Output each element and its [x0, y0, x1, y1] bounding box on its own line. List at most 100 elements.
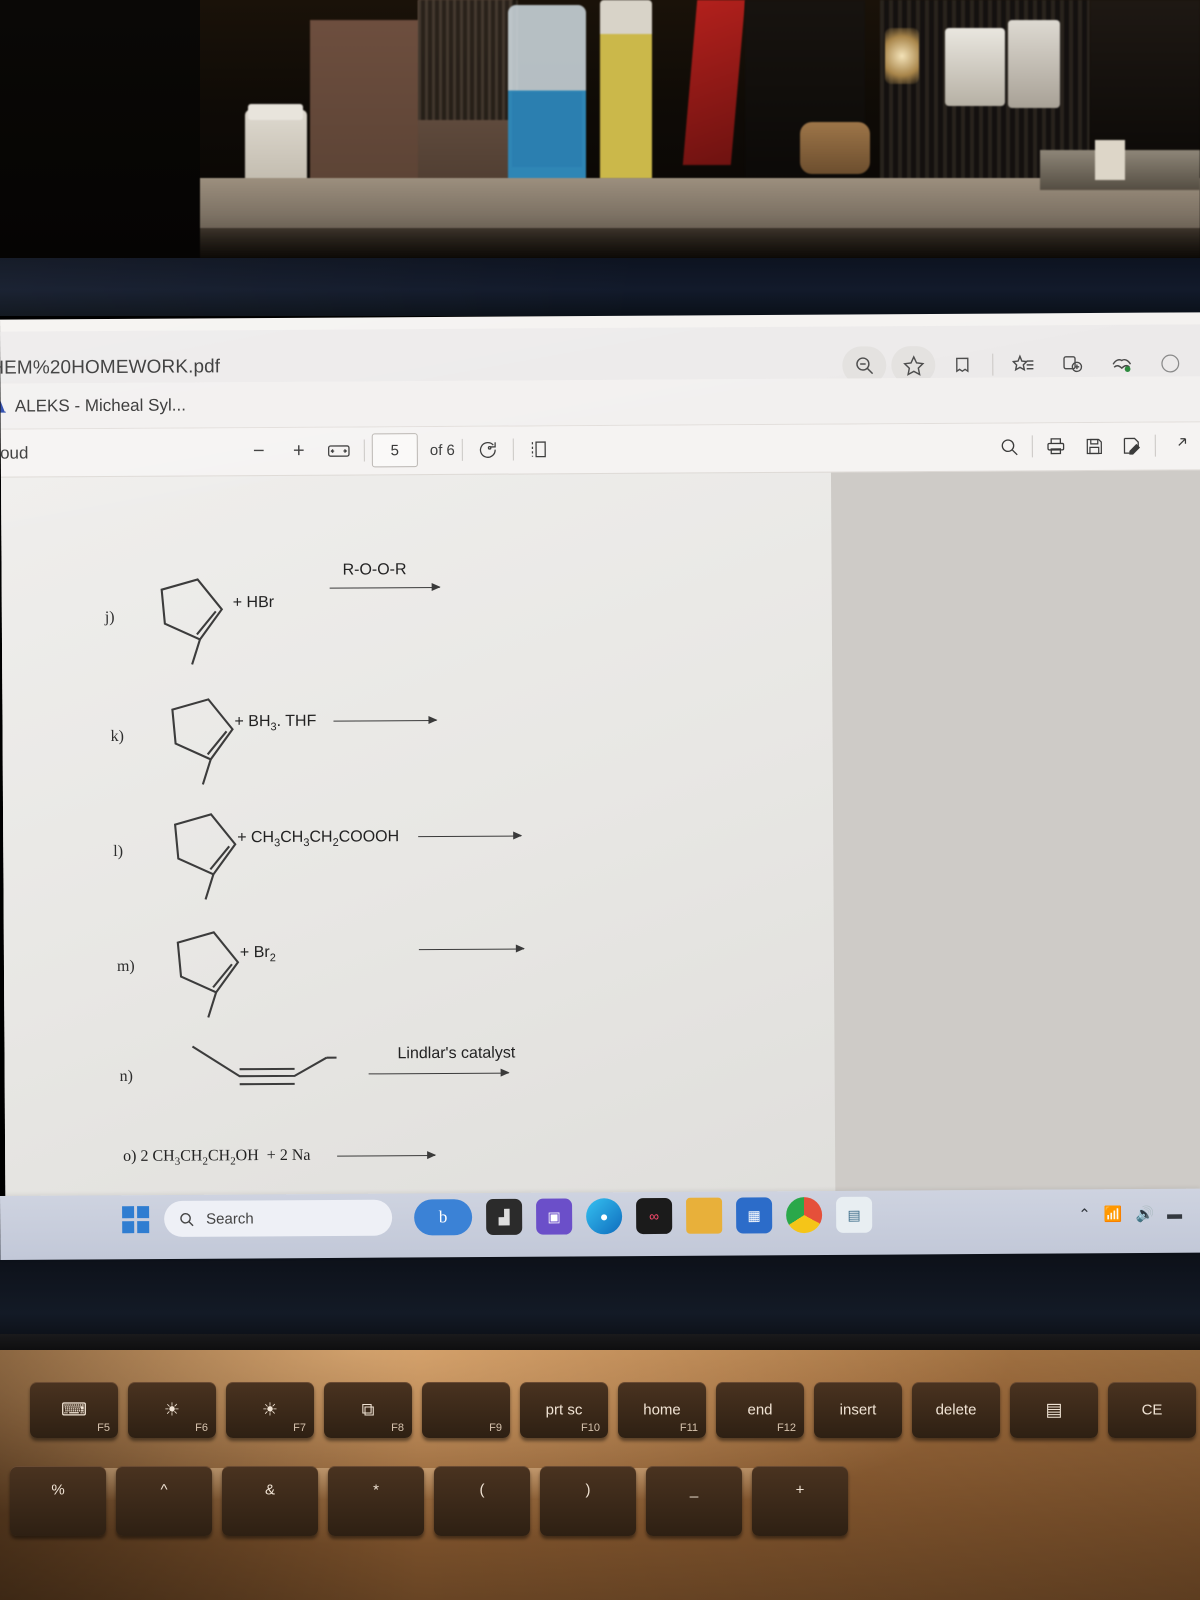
key-f8-display-switch[interactable]: ⧉ F8 [324, 1382, 412, 1438]
key-calculator-glyph: ▤ [1045, 1399, 1063, 1420]
bookmark-label: ALEKS - Micheal Syl... [14, 395, 186, 416]
calculator-icon[interactable]: ▤ [836, 1196, 873, 1233]
key-percent-label: % [51, 1481, 65, 1499]
search-placeholder: Search [206, 1209, 254, 1228]
red-utensil-handle [682, 0, 746, 165]
sponge [800, 122, 870, 174]
search-icon [180, 1212, 194, 1226]
key-ce[interactable]: CE [1108, 1382, 1196, 1438]
key-asterisk[interactable]: * [328, 1466, 424, 1536]
blue-bottle-label [512, 92, 582, 167]
microsoft-store-icon[interactable]: ▦ [736, 1197, 773, 1234]
key-percent[interactable]: % [10, 1466, 106, 1536]
fit-to-width-icon[interactable] [321, 431, 357, 469]
print-icon[interactable] [1038, 427, 1074, 465]
key-home[interactable]: home F11 [618, 1382, 706, 1438]
key-f7-brightness-up[interactable]: ☀ F7 [226, 1382, 314, 1438]
key-caret[interactable]: ^ [116, 1466, 212, 1536]
creative-cloud-icon[interactable]: ∞ [636, 1197, 673, 1235]
key-f5-keyboard-backlight-glyph: ⌨ [61, 1399, 87, 1420]
rotate-icon[interactable] [470, 431, 506, 469]
structure-1-methylcyclopentene-l [173, 813, 237, 900]
zoom-out-button[interactable]: − [241, 432, 277, 470]
page-total-label: of 6 [429, 441, 455, 459]
read-aloud-button[interactable]: aloud [0, 443, 28, 463]
chrome-icon[interactable] [786, 1196, 823, 1234]
key-underscore[interactable]: _ [646, 1466, 742, 1536]
bezel-sheen [0, 258, 1200, 316]
white-cup-2 [1008, 20, 1060, 108]
save-icon[interactable] [1076, 427, 1112, 465]
pdf-viewer-toolbar: aloud − + 5 of 6 [0, 422, 1200, 478]
draw-icon[interactable] [1114, 427, 1150, 465]
key-delete[interactable]: delete [912, 1382, 1000, 1438]
reaction-label-n: n) [119, 1067, 134, 1085]
taskbar-app-icons: b ▟ ▣ ● ∞ ▦ ▤ [414, 1196, 873, 1236]
start-icon-tile-4 [136, 1220, 149, 1233]
teams-icon[interactable]: ▣ [536, 1198, 573, 1235]
copilot-icon[interactable]: b [414, 1199, 473, 1236]
active-tab-title[interactable]: HEM%20HOMEWORK.pdf [0, 356, 220, 379]
reaction-arrow-l [418, 835, 522, 838]
file-explorer-icon[interactable] [686, 1197, 723, 1234]
laptop-screen-bezel [0, 258, 1200, 316]
key-end[interactable]: end F12 [716, 1382, 804, 1438]
reaction-label-l: l) [113, 842, 124, 860]
key-print-screen-sublabel: F10 [581, 1422, 600, 1434]
structure-1-methylcyclopentene-k [171, 698, 234, 785]
start-icon-tile-3 [121, 1220, 134, 1233]
pdf-divider-5 [1154, 434, 1156, 457]
key-insert[interactable]: insert [814, 1382, 902, 1438]
key-asterisk-label: * [373, 1481, 379, 1499]
page-number-input[interactable]: 5 [371, 433, 418, 468]
key-print-screen-label: prt sc [545, 1401, 583, 1419]
reagent-l: + CH3CH3CH2COOOH [237, 828, 400, 850]
key-paren-open[interactable]: ( [434, 1466, 530, 1536]
key-ce-label: CE [1141, 1401, 1163, 1419]
start-button[interactable] [118, 1202, 152, 1236]
key-f9-sublabel: F9 [489, 1422, 502, 1434]
volume-icon[interactable]: 🔊 [1135, 1205, 1154, 1223]
key-f6-brightness-down[interactable]: ☀ F6 [128, 1382, 216, 1438]
key-home-label: home [643, 1401, 681, 1419]
key-ampersand[interactable]: & [222, 1466, 318, 1536]
wifi-icon[interactable]: 📶 [1104, 1205, 1123, 1223]
key-f5-keyboard-backlight[interactable]: ⌨ F5 [30, 1382, 118, 1438]
aleks-favicon-icon: A [0, 392, 6, 419]
number-key-row: % ^ & * () _ + [10, 1466, 848, 1536]
structure-internal-alkyne-n [191, 1045, 337, 1086]
laptop-body: ⌨ F5 ☀ F6 ☀ F7 ⧉ F8 F9 prt sc F10 home F11 end F12 inse… [0, 1238, 1200, 1600]
arrow-label-n: Lindlar's catalyst [397, 1044, 516, 1063]
reagent-j: + HBr [232, 593, 275, 612]
key-plus[interactable]: + [752, 1466, 848, 1536]
reaction-arrow-o [337, 1155, 436, 1157]
zoom-in-button[interactable]: + [281, 432, 317, 470]
browser-tab-strip: HEM%20HOMEWORK.pdf [0, 324, 1200, 385]
more-icon[interactable] [1161, 426, 1197, 464]
key-underscore-label: _ [689, 1481, 699, 1499]
key-f6-brightness-down-sublabel: F6 [195, 1422, 208, 1434]
bookmark-item-aleks[interactable]: A ALEKS - Micheal Syl... [0, 392, 186, 420]
pdf-viewer-area[interactable]: j) + HBr R-O-O-R k) + BH3. THF l) + CH3C… [0, 470, 1200, 1242]
arrow-label-j: R-O-O-R [342, 561, 407, 579]
laptop-screen: HEM%20HOMEWORK.pdf A ALEKS - Micheal Syl… [0, 312, 1200, 1242]
key-print-screen[interactable]: prt sc F10 [520, 1382, 608, 1438]
bookmarks-bar: A ALEKS - Micheal Syl... [0, 376, 1200, 430]
page-view-icon[interactable] [521, 430, 557, 468]
pdf-divider-3 [512, 438, 514, 461]
battery-icon[interactable]: ▬ [1167, 1205, 1182, 1222]
counter-shadow [200, 228, 1200, 258]
reagent-k: + BH3. THF [234, 712, 317, 734]
search-input[interactable]: Search [164, 1199, 393, 1237]
key-caret-label: ^ [160, 1481, 168, 1499]
task-view-icon[interactable]: ▟ [486, 1198, 523, 1236]
key-f7-brightness-up-sublabel: F7 [293, 1422, 306, 1434]
edge-icon[interactable]: ● [586, 1198, 623, 1235]
key-end-label: end [747, 1401, 773, 1419]
search-icon[interactable] [991, 427, 1027, 465]
laptop-keyboard-deck: ⌨ F5 ☀ F6 ☀ F7 ⧉ F8 F9 prt sc F10 home F11 end F12 inse… [0, 1350, 1200, 1600]
key-f9[interactable]: F9 [422, 1382, 510, 1438]
key-paren-close[interactable]: ) [540, 1466, 636, 1536]
key-calculator[interactable]: ▤ [1010, 1382, 1098, 1438]
chevron-up-icon[interactable]: ⌃ [1078, 1205, 1091, 1223]
